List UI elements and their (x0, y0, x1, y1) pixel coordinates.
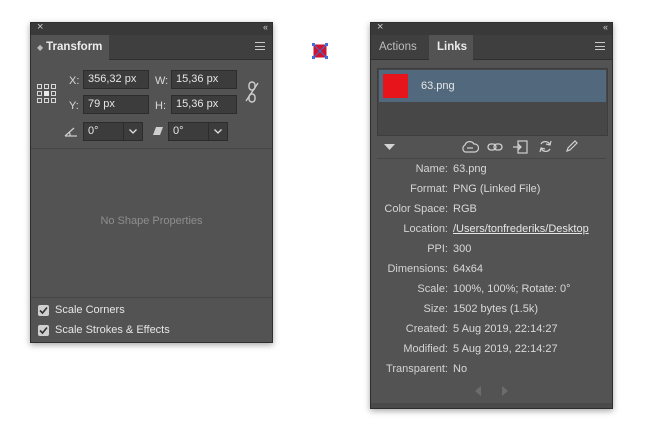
info-row-format: Format: PNG (Linked File) (377, 183, 606, 203)
cc-libraries-relink-icon[interactable] (461, 141, 479, 153)
info-value: No (453, 363, 468, 375)
info-label: PPI: (427, 243, 448, 255)
rotate-field[interactable]: 0° (83, 122, 143, 141)
y-field[interactable]: 79 px (83, 95, 149, 114)
width-field[interactable]: 15,36 px (171, 70, 237, 89)
location-link[interactable]: /Users/tonfrederiks/Desktop (453, 223, 589, 235)
info-value: 5 Aug 2019, 22:14:27 (453, 323, 558, 335)
rotate-icon (64, 127, 77, 137)
relink-icon[interactable] (487, 142, 503, 152)
panel-titlebar[interactable]: × ‹‹ (31, 21, 272, 35)
next-link-icon[interactable] (502, 386, 508, 396)
show-link-info-toggle-icon[interactable] (384, 144, 395, 150)
tab-transform[interactable]: ◆ Transform (31, 35, 109, 60)
tab-links[interactable]: Links (429, 35, 473, 60)
panel-menu-icon[interactable] (255, 42, 265, 53)
info-row-transparent: Transparent: No (377, 363, 606, 383)
info-navigation (371, 383, 612, 401)
shear-icon (153, 127, 163, 135)
collapse-icon[interactable]: ‹‹ (603, 22, 608, 32)
x-label: X: (69, 75, 80, 87)
reference-point-icon[interactable] (37, 84, 56, 103)
info-row-name: Name: 63.png (377, 163, 606, 183)
chevron-down-icon[interactable] (123, 123, 142, 140)
divider (31, 148, 272, 149)
close-icon[interactable]: × (37, 21, 43, 33)
y-label: Y: (69, 100, 79, 112)
info-row-size: Size: 1502 bytes (1.5k) (377, 303, 606, 323)
info-label: Scale: (417, 283, 448, 295)
height-field[interactable]: 15,36 px (171, 95, 237, 114)
link-info-section: Name: 63.png Format: PNG (Linked File) C… (377, 158, 606, 382)
info-value: RGB (453, 203, 477, 215)
info-value: PNG (Linked File) (453, 183, 541, 195)
info-value: 63.png (453, 163, 487, 175)
scale-strokes-effects-checkbox[interactable] (38, 325, 49, 336)
link-thumbnail (383, 74, 408, 98)
x-field[interactable]: 356,32 px (83, 70, 149, 89)
list-item[interactable]: 63.png (379, 70, 606, 102)
links-panel: × ‹‹ Actions Links 63.png Name: 63.png F… (370, 21, 613, 409)
scale-corners-checkbox[interactable] (38, 305, 49, 316)
tab-bar: ◆ Transform (31, 35, 272, 60)
info-row-dimensions: Dimensions: 64x64 (377, 263, 606, 283)
info-value: 5 Aug 2019, 22:14:27 (453, 343, 558, 355)
panel-menu-icon[interactable] (595, 42, 605, 53)
w-label: W: (155, 75, 169, 87)
info-label: Transparent: (386, 363, 448, 375)
info-row-created: Created: 5 Aug 2019, 22:14:27 (377, 323, 606, 343)
constrain-proportions-icon[interactable] (245, 81, 259, 103)
info-row-color-space: Color Space: RGB (377, 203, 606, 223)
info-label: Location: (403, 223, 448, 235)
updown-icon: ◆ (37, 43, 44, 52)
go-to-link-icon[interactable] (512, 140, 528, 154)
info-label: Created: (405, 323, 448, 335)
scale-corners-label[interactable]: Scale Corners (55, 304, 125, 316)
info-label: Size: (423, 303, 448, 315)
collapse-icon[interactable]: ‹‹ (263, 22, 268, 32)
tab-label: Transform (46, 41, 103, 53)
panel-resize-strip[interactable] (371, 403, 612, 408)
tab-actions[interactable]: Actions (371, 35, 429, 59)
info-row-scale: Scale: 100%, 100%; Rotate: 0° (377, 283, 606, 303)
links-toolbar (377, 138, 606, 156)
link-filename: 63.png (421, 80, 455, 92)
no-shape-properties-text: No Shape Properties (100, 215, 203, 227)
h-label: H: (155, 100, 166, 112)
update-link-icon[interactable] (539, 140, 552, 153)
edit-original-icon[interactable] (565, 140, 578, 153)
scale-strokes-effects-label[interactable]: Scale Strokes & Effects (55, 324, 170, 336)
selected-shape[interactable] (312, 43, 328, 59)
info-label: Format: (410, 183, 448, 195)
info-label: Name: (415, 163, 448, 175)
info-value: 64x64 (453, 263, 483, 275)
info-row-ppi: PPI: 300 (377, 243, 606, 263)
shear-field[interactable]: 0° (168, 122, 228, 141)
divider (31, 297, 272, 298)
info-value: 300 (453, 243, 472, 255)
close-icon[interactable]: × (377, 21, 383, 33)
rotate-value: 0° (88, 125, 99, 137)
info-row-location: Location: /Users/tonfrederiks/Desktop (377, 223, 606, 243)
tab-bar: Actions Links (371, 35, 612, 60)
info-label: Color Space: (384, 203, 448, 215)
chevron-down-icon[interactable] (208, 123, 227, 140)
previous-link-icon[interactable] (475, 386, 481, 396)
info-row-modified: Modified: 5 Aug 2019, 22:14:27 (377, 343, 606, 363)
transform-panel: × ‹‹ ◆ Transform X: 356,32 px W: 15,36 px… (30, 21, 273, 343)
links-list: 63.png (377, 68, 608, 136)
info-label: Dimensions: (387, 263, 448, 275)
shear-value: 0° (173, 125, 184, 137)
info-label: Modified: (403, 343, 448, 355)
info-value: 1502 bytes (1.5k) (453, 303, 538, 315)
info-value: 100%, 100%; Rotate: 0° (453, 283, 571, 295)
panel-titlebar[interactable]: × ‹‹ (371, 21, 612, 35)
